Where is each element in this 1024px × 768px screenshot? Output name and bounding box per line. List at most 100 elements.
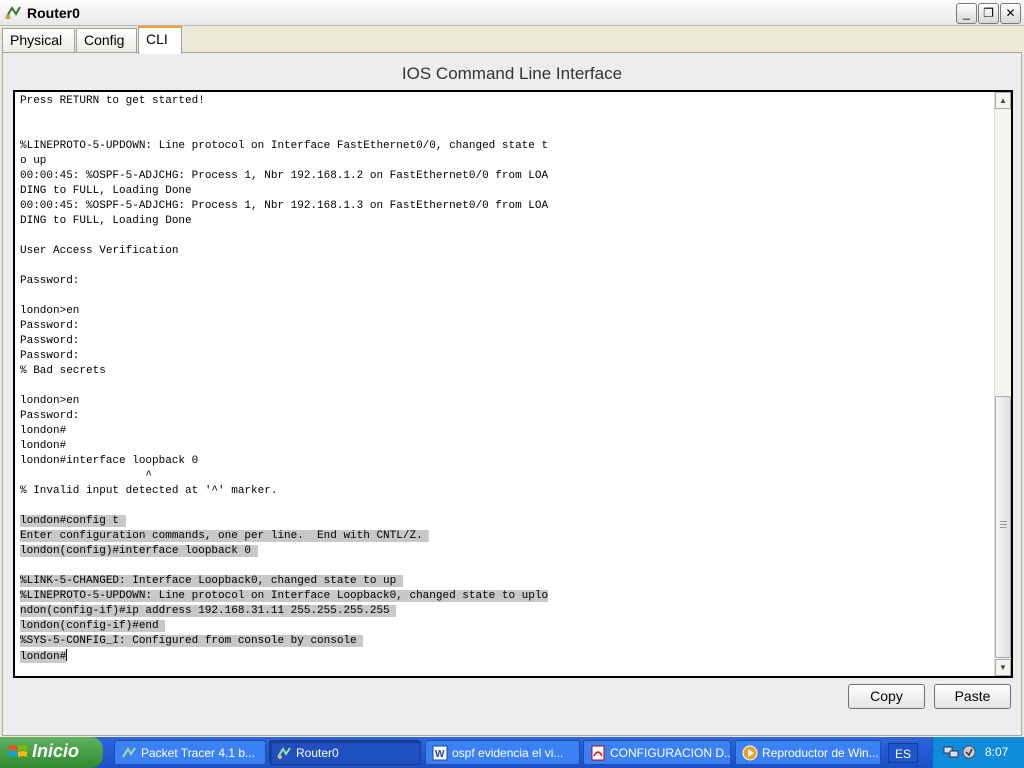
terminal-line-text: Press RETURN to get started! xyxy=(20,95,205,107)
scroll-down-arrow-icon[interactable]: ▼ xyxy=(995,659,1011,676)
terminal-line-text: london# xyxy=(20,425,67,437)
terminal-line-text: london# xyxy=(20,440,67,452)
language-indicator[interactable]: ES xyxy=(888,743,918,763)
taskbar: Inicio Packet Tracer 4.1 b... Router0 W … xyxy=(0,737,1024,768)
taskbar-item-label: CONFIGURACION D... xyxy=(610,746,731,760)
packet-tracer-icon xyxy=(122,747,136,758)
network-icon[interactable] xyxy=(943,744,959,760)
terminal-line: Enter configuration commands, one per li… xyxy=(20,529,994,544)
terminal-line: %LINEPROTO-5-UPDOWN: Line protocol on In… xyxy=(20,139,994,154)
terminal-line-text: 00:00:45: %OSPF-5-ADJCHG: Process 1, Nbr… xyxy=(20,200,549,212)
start-label: Inicio xyxy=(32,741,80,761)
terminal-line-text: Password: xyxy=(20,335,80,347)
tab-cli[interactable]: CLI xyxy=(138,26,182,54)
taskbar-item-label: ospf evidencia el vi... xyxy=(452,746,564,760)
media-player-icon xyxy=(742,745,758,761)
security-shield-icon[interactable] xyxy=(961,744,977,760)
taskbar-item-packet-tracer[interactable]: Packet Tracer 4.1 b... xyxy=(114,740,266,765)
terminal-line: london# xyxy=(20,439,994,454)
terminal-line-text: london# xyxy=(20,651,67,663)
terminal-line: london#config t xyxy=(20,514,994,529)
terminal-line-text: london(config-if)#end xyxy=(20,620,166,632)
terminal-line-text: %LINEPROTO-5-UPDOWN: Line protocol on In… xyxy=(20,590,549,602)
terminal-line: london(config-if)#end xyxy=(20,619,994,634)
terminal-line-text: london>en xyxy=(20,395,80,407)
terminal-line: DING to FULL, Loading Done xyxy=(20,184,994,199)
window-title: Router0 xyxy=(27,5,80,21)
terminal-line: %LINK-5-CHANGED: Interface Loopback0, ch… xyxy=(20,574,994,589)
terminal-line: Password: xyxy=(20,319,994,334)
terminal-line-text: DING to FULL, Loading Done xyxy=(20,185,192,197)
paste-button[interactable]: Paste xyxy=(934,684,1011,709)
text-cursor xyxy=(66,649,68,661)
cli-panel: IOS Command Line Interface Press RETURN … xyxy=(2,52,1022,736)
terminal-line-text: london>en xyxy=(20,305,80,317)
word-icon: W xyxy=(432,745,448,761)
terminal-line-text: Password: xyxy=(20,320,80,332)
taskbar-item-router0[interactable]: Router0 xyxy=(269,740,421,765)
start-button[interactable]: Inicio xyxy=(0,737,103,768)
terminal-line: Password: xyxy=(20,349,994,364)
terminal-line: london>en xyxy=(20,394,994,409)
terminal-line-text: Password: xyxy=(20,275,80,287)
terminal-line: london# xyxy=(20,424,994,439)
taskbar-item-label: Packet Tracer 4.1 b... xyxy=(141,746,256,760)
terminal-line: %SYS-5-CONFIG_I: Configured from console… xyxy=(20,634,994,649)
terminal-line-text: %LINK-5-CHANGED: Interface Loopback0, ch… xyxy=(20,575,403,587)
copy-button[interactable]: Copy xyxy=(848,684,925,709)
terminal-line: DING to FULL, Loading Done xyxy=(20,214,994,229)
minimize-button[interactable]: _ xyxy=(956,3,977,24)
terminal-line: ^ xyxy=(20,469,994,484)
system-tray: 8:07 xyxy=(932,737,1024,768)
cli-heading: IOS Command Line Interface xyxy=(401,64,623,83)
terminal-line-text: %SYS-5-CONFIG_I: Configured from console… xyxy=(20,635,364,647)
terminal-line-text: User Access Verification xyxy=(20,245,179,257)
terminal-line: o up xyxy=(20,154,994,169)
terminal-line: % Invalid input detected at '^' marker. xyxy=(20,484,994,499)
tab-physical[interactable]: Physical xyxy=(2,28,75,53)
vertical-scrollbar[interactable]: ▲ ▼ xyxy=(994,92,1011,676)
terminal-line: london>en xyxy=(20,304,994,319)
terminal-line-text: Password: xyxy=(20,410,80,422)
tab-bar: Physical Config CLI xyxy=(0,26,1024,54)
scroll-thumb[interactable] xyxy=(995,396,1011,658)
terminal-line: Press RETURN to get started! xyxy=(20,94,994,109)
terminal-line-text: %LINEPROTO-5-UPDOWN: Line protocol on In… xyxy=(20,140,549,152)
terminal-line: % Bad secrets xyxy=(20,364,994,379)
terminal-line: 00:00:45: %OSPF-5-ADJCHG: Process 1, Nbr… xyxy=(20,169,994,184)
terminal-line: Password: xyxy=(20,274,994,289)
terminal-line-text: % Bad secrets xyxy=(20,365,106,377)
tab-config[interactable]: Config xyxy=(76,28,137,53)
terminal-line: london# xyxy=(20,649,994,664)
terminal-line-text: london#interface loopback 0 xyxy=(20,455,199,467)
grip-icon xyxy=(1000,521,1007,529)
window-title-bar[interactable]: Router0 _ ❐ ✕ xyxy=(0,0,1024,26)
packet-tracer-icon xyxy=(5,6,21,20)
cli-terminal[interactable]: Press RETURN to get started! %LINEPROTO-5… xyxy=(13,90,1013,678)
scroll-up-arrow-icon[interactable]: ▲ xyxy=(995,92,1011,109)
terminal-line-text: Password: xyxy=(20,350,80,362)
maximize-button[interactable]: ❐ xyxy=(978,3,999,24)
terminal-line-text: london#config t xyxy=(20,515,126,527)
terminal-output[interactable]: Press RETURN to get started! %LINEPROTO-5… xyxy=(20,94,994,664)
terminal-line: ndon(config-if)#ip address 192.168.31.11… xyxy=(20,604,994,619)
terminal-line-text: Enter configuration commands, one per li… xyxy=(20,530,430,542)
taskbar-item-label: Router0 xyxy=(296,746,339,760)
terminal-line-text: o up xyxy=(20,155,47,167)
pdf-icon xyxy=(591,745,605,761)
close-button[interactable]: ✕ xyxy=(1000,3,1021,24)
taskbar-item-word-document[interactable]: W ospf evidencia el vi... xyxy=(425,740,580,765)
taskbar-item-pdf[interactable]: CONFIGURACION D... xyxy=(583,740,731,765)
terminal-line: Password: xyxy=(20,334,994,349)
router-icon xyxy=(277,747,291,759)
taskbar-item-media-player[interactable]: Reproductor de Win... xyxy=(735,740,881,765)
terminal-line: User Access Verification xyxy=(20,244,994,259)
terminal-line-text: ^ xyxy=(20,470,153,482)
terminal-line-text: DING to FULL, Loading Done xyxy=(20,215,192,227)
